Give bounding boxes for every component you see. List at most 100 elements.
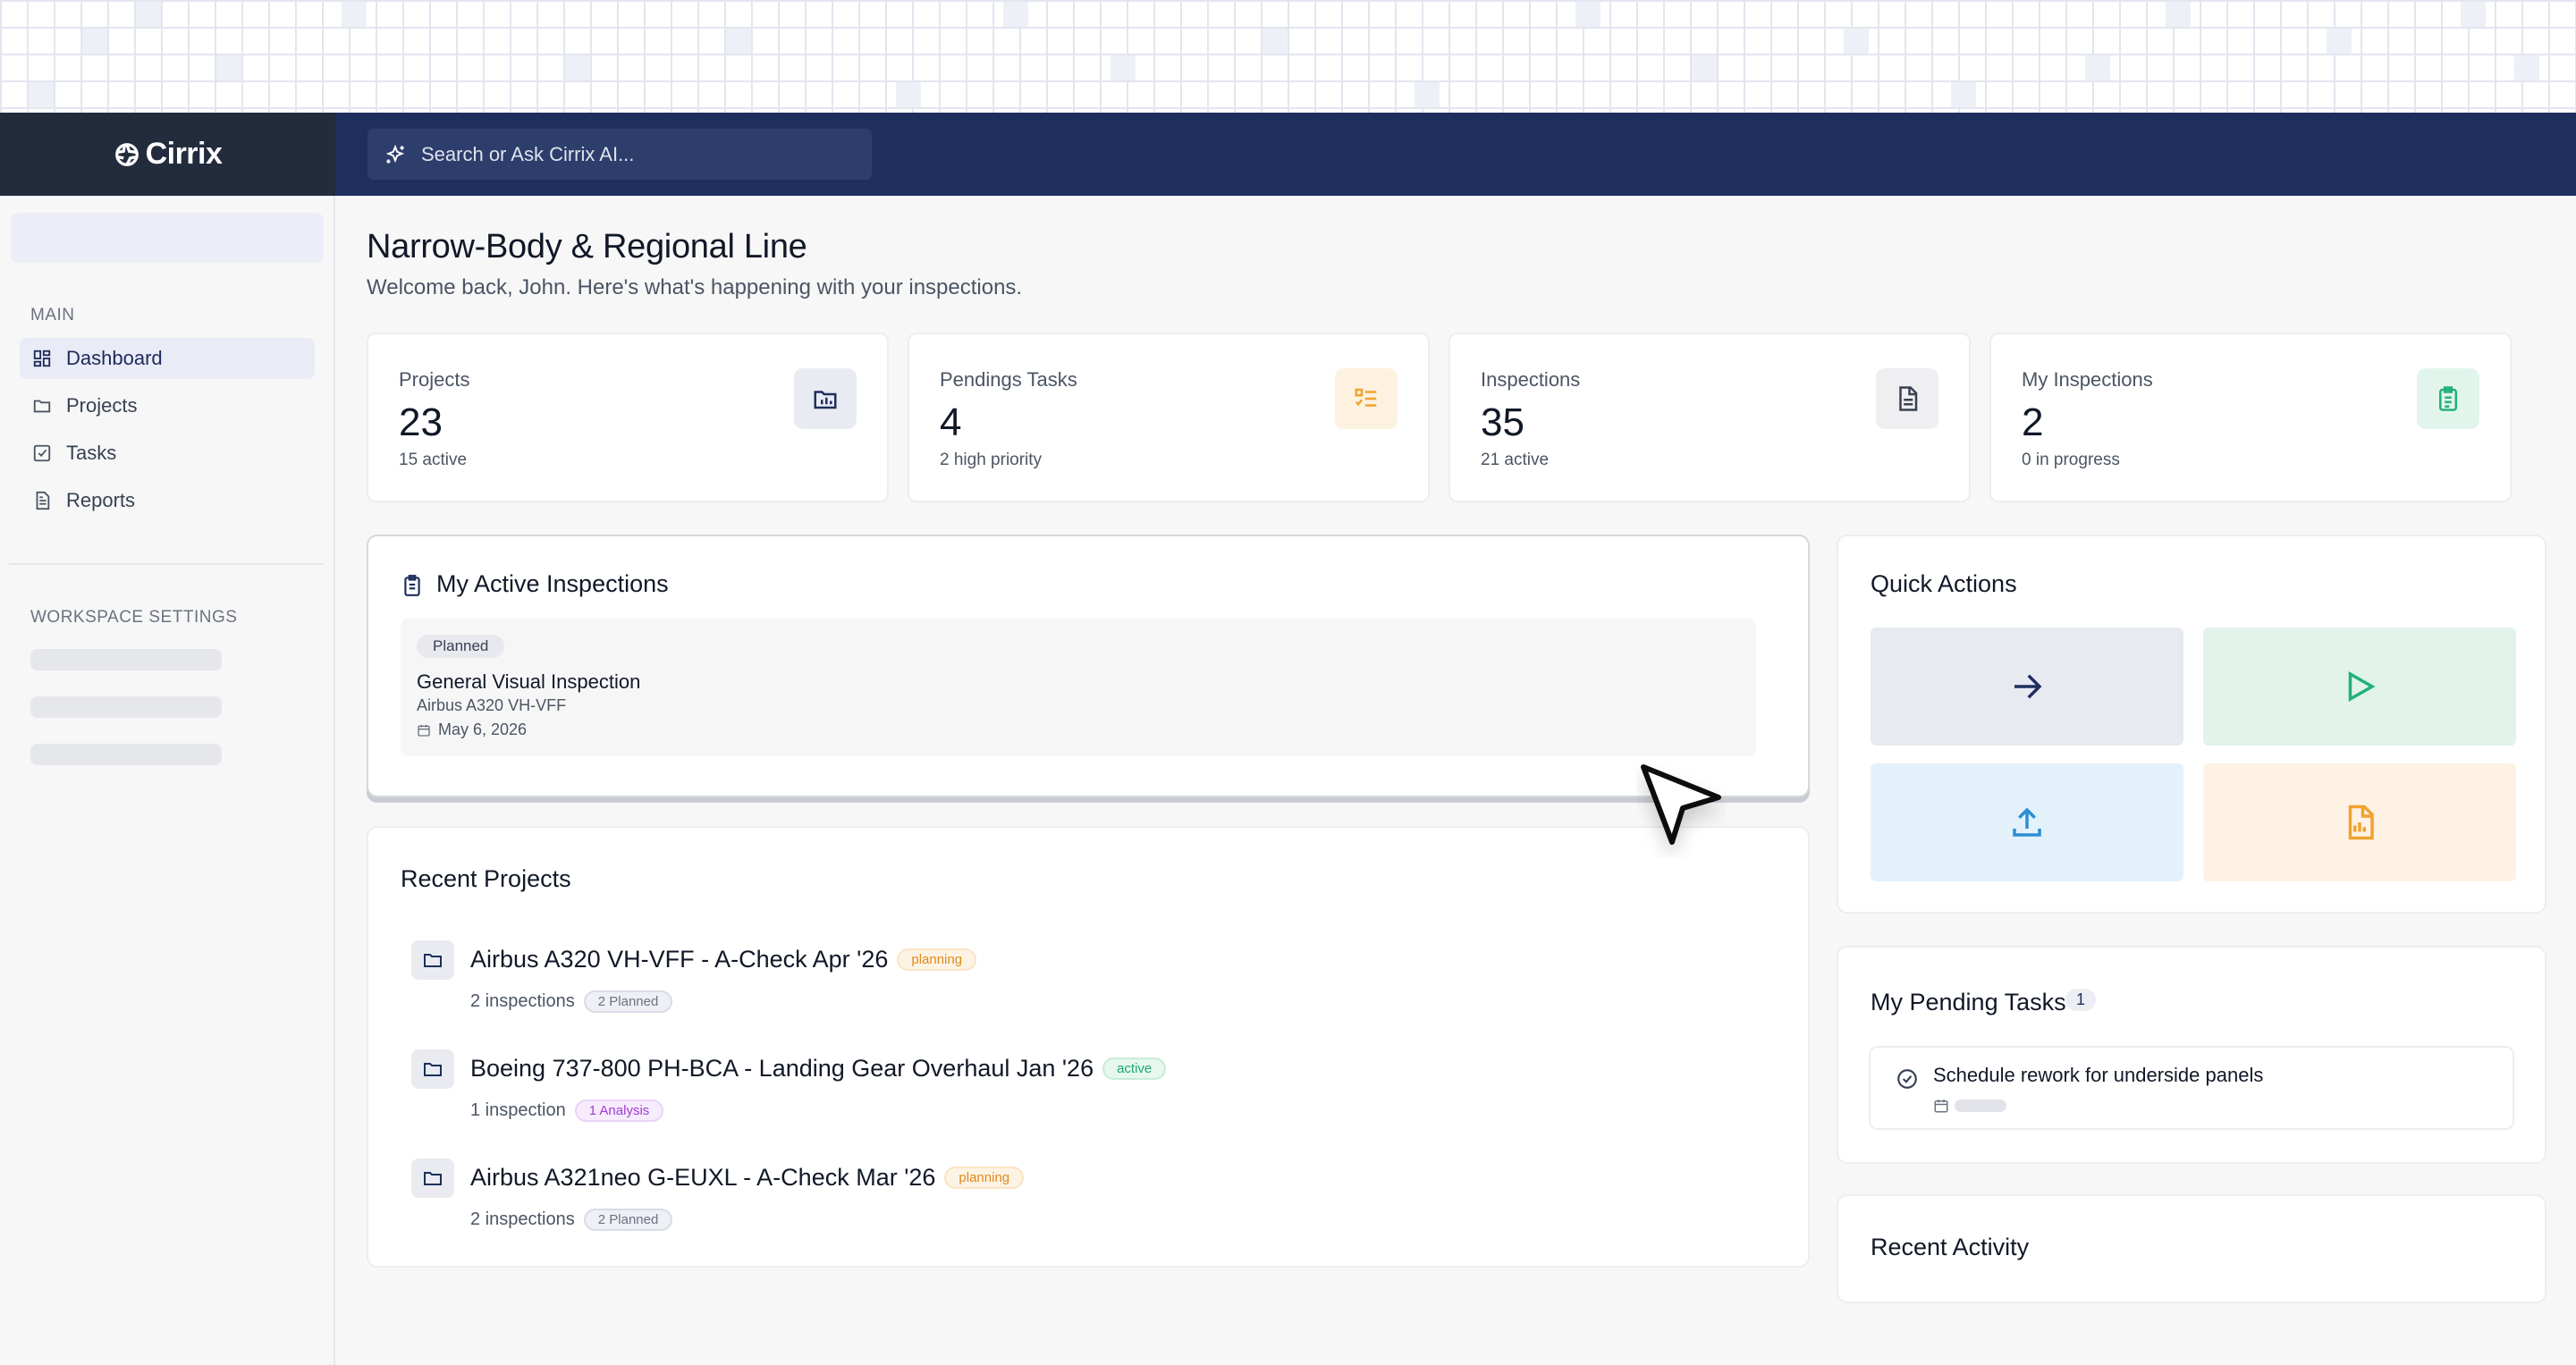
stat-subtext: 15 active [399,451,468,469]
brand-header: Cirrix [0,113,335,196]
grid-cell [1951,82,1976,107]
card-title: My Pending Tasks [1871,989,2066,1015]
project-icon-box [411,940,454,980]
grid-cell [82,29,107,54]
sidebar-item-reports[interactable]: Reports [20,480,315,521]
status-badge: planning [897,948,977,971]
folder-icon [424,954,442,967]
chart-folder-icon [814,391,837,409]
grid-cell [1692,55,1717,80]
document-icon [36,491,50,510]
card-title: My Active Inspections [436,570,669,597]
document-icon [1899,386,1918,411]
stat-card-projects[interactable]: Projects 23 15 active [367,333,889,502]
project-icon-box [411,1049,454,1089]
task-item[interactable]: Schedule rework for underside panels [1869,1046,2514,1130]
stat-icon-box [1335,368,1398,429]
settings-placeholder [30,649,222,670]
stat-card-pending-tasks[interactable]: Pendings Tasks 4 2 high priority [908,333,1430,502]
grid-cell [2514,55,2539,80]
page-title: Narrow-Body & Regional Line [367,228,807,265]
stat-value: 35 [1481,400,1524,444]
clipboard-icon [2439,386,2457,411]
sidebar-item-projects[interactable]: Projects [20,385,315,426]
background-grid [0,0,2576,113]
stat-card-inspections[interactable]: Inspections 35 21 active [1448,333,1971,502]
page-subtitle: Welcome back, John. Here's what's happen… [367,275,1023,299]
stat-label: Projects [399,368,470,391]
sidebar-item-dashboard[interactable]: Dashboard [20,338,315,379]
project-icon-box [411,1159,454,1198]
sidebar-item-label: Reports [66,489,136,511]
sidebar-item-label: Dashboard [66,347,163,369]
grid-cell [726,29,751,54]
folder-icon [424,1172,442,1185]
project-title: Airbus A320 VH-VFF - A-Check Apr '26 [470,946,889,973]
search-input[interactable] [421,142,832,166]
grid-cell [565,55,590,80]
quick-action-upload-button[interactable] [1871,763,2183,881]
dashboard-icon [33,350,51,367]
card-title: Recent Activity [1871,1234,2030,1260]
stat-subtext: 21 active [1481,451,1550,469]
brand-logo[interactable]: Cirrix [114,137,223,172]
grid-cell [1111,55,1136,80]
inspection-title: General Visual Inspection [417,670,641,693]
active-inspections-card: My Active Inspections Planned General Vi… [367,535,1810,797]
grid-cell [2327,29,2352,54]
workspace-settings-label: WORKSPACE SETTINGS [30,608,238,627]
sidebar-item-tasks[interactable]: Tasks [20,433,315,474]
report-chart-icon [2348,805,2374,840]
brand-name: Cirrix [145,137,223,171]
settings-placeholder [30,696,222,718]
play-icon [2348,670,2376,703]
task-count-badge: 1 [2065,989,2097,1011]
inspection-item[interactable]: Planned General Visual Inspection Airbus… [401,619,1756,756]
quick-action-go-button[interactable] [1871,628,2183,746]
inspection-tag: 2 Planned [583,1209,673,1231]
inspection-aircraft: Airbus A320 VH-VFF [417,696,567,714]
calendar-icon [1934,1100,1948,1113]
recent-activity-card: Recent Activity [1837,1194,2546,1303]
status-badge: active [1102,1057,1167,1080]
status-badge: Planned [417,635,505,658]
project-title-row: Boeing 737-800 PH-BCA - Landing Gear Ove… [470,1055,1167,1083]
project-title: Boeing 737-800 PH-BCA - Landing Gear Ove… [470,1055,1094,1082]
sidebar: Cirrix MAIN Dashboard Projects Tasks Rep… [0,113,335,1365]
cursor-pointer-icon [1641,764,1721,845]
card-title: Quick Actions [1871,570,2017,597]
grid-cell [2085,55,2110,80]
stat-subtext: 2 high priority [940,451,1043,469]
stat-icon-box [1876,368,1938,429]
project-row[interactable]: Airbus A321neo G-EUXL - A-Check Mar '26 … [411,1159,1663,1239]
inspection-count: 2 inspections [470,1209,575,1229]
folder-icon [424,1063,442,1076]
stat-subtext: 0 in progress [2022,451,2120,469]
due-date-placeholder [1955,1100,2006,1112]
calendar-icon [418,724,430,737]
grid-cell [136,2,161,27]
stat-label: My Inspections [2022,368,2153,391]
quick-action-start-button[interactable] [2203,628,2516,746]
main-section-label: MAIN [30,306,75,324]
workspace-selector-placeholder [11,213,324,263]
stat-value: 4 [940,400,962,444]
project-meta: 2 inspections 2 Planned [470,1209,673,1231]
project-title-row: Airbus A321neo G-EUXL - A-Check Mar '26 … [470,1164,1025,1192]
inspection-count: 2 inspections [470,991,575,1011]
task-list-icon [1355,388,1377,407]
grid-cell [342,2,367,27]
project-row[interactable]: Boeing 737-800 PH-BCA - Landing Gear Ove… [411,1049,1663,1130]
cirrix-logo-icon [114,142,139,166]
search-bar[interactable] [367,129,872,180]
settings-placeholder [30,744,222,765]
stat-card-my-inspections[interactable]: My Inspections 2 0 in progress [1989,333,2512,502]
date-text: May 6, 2026 [438,720,528,738]
quick-action-report-button[interactable] [2203,763,2516,881]
recent-projects-card: Recent Projects Airbus A320 VH-VFF - A-C… [367,826,1810,1268]
stat-value: 2 [2022,400,2044,444]
grid-cell [2461,2,2486,27]
project-row[interactable]: Airbus A320 VH-VFF - A-Check Apr '26 pla… [411,940,1663,1021]
sidebar-item-label: Tasks [66,442,117,464]
check-circle-icon[interactable] [1896,1067,1919,1091]
